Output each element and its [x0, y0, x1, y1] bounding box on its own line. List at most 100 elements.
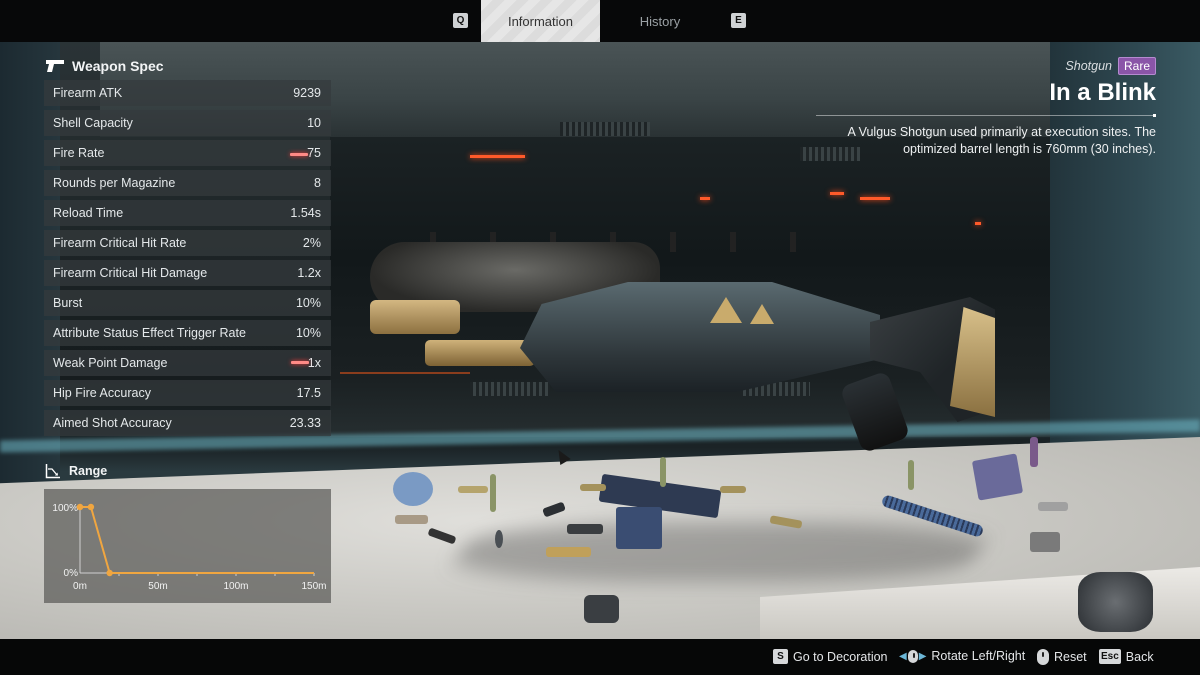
weapon-description: A Vulgus Shotgun used primarily at execu…: [847, 125, 1156, 156]
rotate-button[interactable]: ◀ ▶ Rotate Left/Right: [899, 649, 1025, 663]
weapon-muzzle: [370, 300, 460, 334]
background-light: [860, 197, 890, 200]
range-chart-svg: 100% 0% 0m 50m 100m 150m: [52, 503, 326, 592]
stat-row-critical-hit-rate: Firearm Critical Hit Rate 2%: [44, 230, 331, 256]
info-divider: [816, 114, 1156, 117]
falloff-point: [76, 503, 84, 511]
gun-part: [971, 453, 1024, 501]
bottom-hint-bar: S Go to Decoration ◀ ▶ Rotate Left/Right …: [0, 639, 1200, 675]
stat-value: 9239: [293, 86, 321, 100]
stat-value: 75: [307, 146, 321, 160]
stat-row-rounds-per-magazine: Rounds per Magazine 8: [44, 170, 331, 196]
bullet-casing: [580, 484, 606, 491]
s-key-icon: S: [773, 649, 788, 664]
weapon-spec-header: Weapon Spec: [45, 58, 164, 74]
weapon-grip: [839, 370, 911, 454]
stat-value: 10%: [295, 296, 321, 310]
stat-row-reload-time: Reload Time 1.54s: [44, 200, 331, 226]
weapon-spec-title: Weapon Spec: [72, 58, 164, 74]
background-light: [830, 192, 844, 195]
stat-label: Reload Time: [53, 206, 124, 220]
range-title: Range: [69, 464, 108, 478]
weapon-receiver: [520, 282, 880, 392]
stat-value: 1.2x: [297, 266, 321, 280]
shell: [495, 530, 503, 548]
stat-row-weak-point-damage: Weak Point Damage 1x: [44, 350, 331, 376]
stat-label: Aimed Shot Accuracy: [53, 416, 172, 430]
weapon-type: Shotgun: [1065, 59, 1112, 73]
gun-shadow: [446, 522, 994, 582]
background-light: [470, 155, 525, 158]
shell: [567, 524, 603, 534]
next-tab-key-hint[interactable]: E: [731, 13, 746, 28]
bolt-part: [1030, 532, 1060, 552]
stat-value: 1x: [307, 356, 321, 370]
stat-label: Shell Capacity: [53, 116, 133, 130]
weapon-gold-inlay: [750, 304, 774, 324]
stat-comparison-marker: [290, 153, 308, 156]
reset-button[interactable]: Reset: [1037, 649, 1087, 665]
stat-row-hip-fire-accuracy: Hip Fire Accuracy 17.5: [44, 380, 331, 406]
top-tab-bar: Q Information History E: [0, 0, 1200, 42]
x-tick-label: 0m: [73, 581, 87, 592]
stat-value: 8: [314, 176, 321, 190]
stat-label: Burst: [53, 296, 83, 310]
stat-value: 23.33: [289, 416, 321, 430]
stat-row-burst: Burst 10%: [44, 290, 331, 316]
tab-information[interactable]: Information: [481, 0, 600, 42]
range-falloff-icon: [45, 464, 60, 479]
stat-comparison-marker: [291, 361, 309, 364]
bullet: [908, 460, 914, 490]
esc-key-icon: Esc: [1099, 649, 1121, 664]
falloff-point: [87, 503, 95, 511]
rarity-badge: Rare: [1117, 57, 1156, 75]
prev-tab-key-hint[interactable]: Q: [453, 13, 468, 28]
tab-history-label: History: [639, 13, 681, 29]
stat-label: Rounds per Magazine: [53, 176, 176, 190]
x-tick-label: 150m: [301, 581, 326, 592]
background-vent: [560, 122, 650, 136]
weapon-info-panel: Shotgun Rare In a Blink A Vulgus Shotgun…: [816, 57, 1156, 158]
stat-label: Firearm Critical Hit Damage: [53, 266, 208, 280]
back-button[interactable]: Esc Back: [1099, 649, 1154, 664]
mouse-icon: [1037, 649, 1049, 665]
stat-row-firearm-atk: Firearm ATK 9239: [44, 80, 331, 106]
bullet-casing: [1038, 502, 1068, 511]
bolt-part: [1078, 572, 1153, 632]
stat-row-status-effect-trigger-rate: Attribute Status Effect Trigger Rate 10%: [44, 320, 331, 346]
go-to-decoration-button[interactable]: S Go to Decoration: [773, 649, 888, 664]
bullet: [660, 457, 666, 487]
stat-row-fire-rate: Fire Rate 75: [44, 140, 331, 166]
stat-row-shell-capacity: Shell Capacity 10: [44, 110, 331, 136]
x-tick-label: 50m: [148, 581, 167, 592]
cylinder-part: [393, 472, 433, 506]
stat-value: 2%: [302, 236, 321, 250]
range-header: Range: [45, 463, 107, 479]
bullet-casing: [720, 486, 746, 493]
stat-value: 1.54s: [290, 206, 321, 220]
rotate-mouse-icon: ◀ ▶: [899, 649, 927, 663]
hint-label: Reset: [1054, 650, 1087, 664]
background-light: [700, 197, 710, 200]
bullet-casing: [458, 486, 488, 493]
bullet: [490, 474, 496, 512]
hint-label: Back: [1125, 649, 1154, 664]
weapon-spec-list: Firearm ATK 9239 Shell Capacity 10 Fire …: [44, 80, 331, 440]
stat-label: Attribute Status Effect Trigger Rate: [53, 326, 246, 340]
range-falloff-line: [80, 506, 314, 574]
bullet: [1030, 437, 1038, 467]
weapon-model[interactable]: [370, 212, 1000, 454]
hint-label: Go to Decoration: [793, 649, 888, 664]
gun-part: [616, 507, 662, 549]
stat-label: Weak Point Damage: [53, 356, 168, 370]
stat-value: 10%: [295, 326, 321, 340]
y-tick-label: 100%: [52, 503, 78, 514]
stat-row-aimed-shot-accuracy: Aimed Shot Accuracy 23.33: [44, 410, 331, 436]
stat-row-critical-hit-damage: Firearm Critical Hit Damage 1.2x: [44, 260, 331, 286]
tab-information-label: Information: [507, 13, 574, 29]
stat-value: 17.5: [296, 386, 321, 400]
bullet-casing: [395, 515, 428, 524]
stat-label: Hip Fire Accuracy: [53, 386, 151, 400]
weapon-gold-inlay: [710, 297, 742, 323]
tab-history[interactable]: History: [610, 0, 710, 42]
